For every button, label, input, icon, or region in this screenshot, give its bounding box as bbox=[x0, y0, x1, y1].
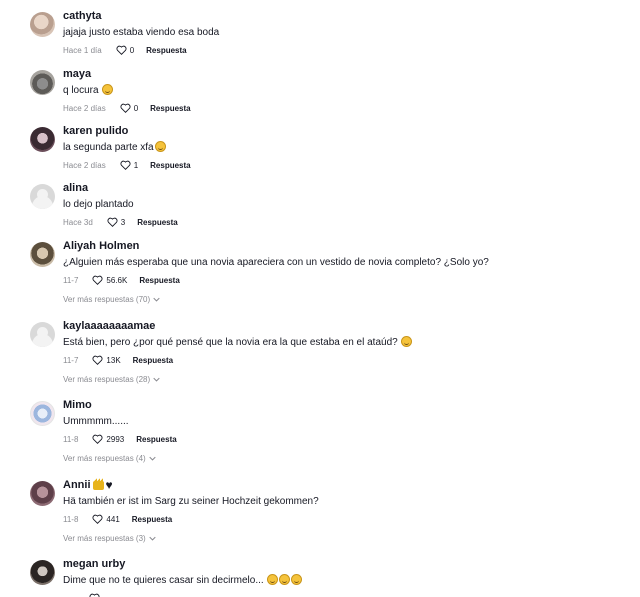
reply-button[interactable]: Respuesta bbox=[136, 435, 176, 444]
like-count: 0 bbox=[133, 103, 139, 113]
like-button[interactable]: 56.6K bbox=[92, 275, 127, 285]
comment-date: Hace 3d bbox=[63, 217, 93, 227]
heart-outline-icon bbox=[120, 160, 131, 170]
avatar[interactable] bbox=[30, 70, 55, 95]
comment-date: 11-8 bbox=[63, 434, 79, 444]
laughing-face-icon bbox=[291, 574, 303, 585]
comment-username[interactable]: Annii ♥ bbox=[63, 477, 113, 492]
reply-button[interactable]: Respuesta bbox=[137, 218, 177, 227]
like-count: 1 bbox=[133, 160, 139, 170]
avatar[interactable] bbox=[30, 481, 55, 506]
comment-username[interactable]: kaylaaaaaaaamae bbox=[63, 319, 155, 333]
comment-username[interactable]: megan urby bbox=[63, 557, 125, 571]
heart-outline-icon bbox=[107, 217, 118, 227]
comment-date: 11-7 bbox=[63, 275, 79, 285]
heart-outline-icon bbox=[120, 103, 131, 113]
laughing-face-icon bbox=[154, 141, 166, 152]
reply-button[interactable]: Respuesta bbox=[139, 276, 179, 285]
heart-outline-icon bbox=[92, 275, 103, 285]
reply-button[interactable]: Respuesta bbox=[150, 161, 190, 170]
chevron-down-icon bbox=[153, 297, 160, 302]
like-button[interactable]: 0 bbox=[116, 45, 134, 55]
chevron-down-icon bbox=[149, 456, 156, 461]
chevron-down-icon bbox=[153, 377, 160, 382]
like-count: 56.6K bbox=[106, 275, 128, 285]
avatar[interactable] bbox=[30, 401, 55, 426]
view-more-replies-button[interactable]: Ver más respuestas (70) bbox=[63, 295, 630, 304]
black-heart-icon: ♥ bbox=[105, 478, 113, 492]
reply-button[interactable]: Respuesta bbox=[146, 46, 186, 55]
chevron-down-icon bbox=[149, 536, 156, 541]
laughing-face-icon bbox=[279, 574, 291, 585]
avatar[interactable] bbox=[30, 242, 55, 267]
comment-date: 11-7 bbox=[63, 355, 79, 365]
view-more-replies-button[interactable]: Ver más respuestas (3) bbox=[63, 534, 630, 543]
reply-button[interactable]: Respuesta bbox=[133, 356, 173, 365]
comment-date: Hace 2 días bbox=[63, 160, 106, 170]
comment-date: Hace 1 día bbox=[63, 45, 102, 55]
comment-text: jajaja justo estaba viendo esa boda bbox=[63, 27, 220, 38]
comment-username[interactable]: karen pulido bbox=[63, 124, 128, 138]
view-more-replies-button[interactable]: Ver más respuestas (28) bbox=[63, 375, 630, 384]
like-count: 0 bbox=[129, 45, 135, 55]
comment-text: Ummmmm...... bbox=[63, 416, 129, 427]
comment-text: la segunda parte xfa bbox=[63, 141, 630, 154]
avatar[interactable] bbox=[30, 560, 55, 585]
heart-outline-icon bbox=[92, 355, 103, 365]
heart-outline-icon bbox=[89, 593, 100, 597]
like-button[interactable]: 0 bbox=[120, 103, 138, 113]
heart-outline-icon bbox=[92, 514, 103, 524]
heart-outline-icon bbox=[116, 45, 127, 55]
like-button[interactable]: 441 bbox=[92, 514, 120, 524]
comment-username[interactable]: maya bbox=[63, 67, 91, 81]
crown-icon bbox=[92, 477, 104, 490]
laughing-face-icon bbox=[267, 574, 279, 585]
comment-username[interactable]: cathyta bbox=[63, 9, 102, 23]
comment-text: Está bien, pero ¿por qué pensé que la no… bbox=[63, 336, 630, 349]
comment-username[interactable]: Aliyah Holmen bbox=[63, 239, 139, 253]
like-count: 2993 bbox=[106, 434, 125, 444]
comment-text: Dime que no te quieres casar sin decirme… bbox=[63, 574, 630, 587]
like-button[interactable]: 1 bbox=[120, 160, 138, 170]
like-button[interactable]: 3 bbox=[107, 217, 125, 227]
like-button[interactable] bbox=[89, 593, 100, 597]
comment-date: Hace 2 días bbox=[63, 103, 106, 113]
comment-text: ¿Alguien más esperaba que una novia apar… bbox=[63, 257, 489, 268]
avatar[interactable] bbox=[30, 127, 55, 152]
comment-text: Hä también er ist im Sarg zu seiner Hoch… bbox=[63, 496, 319, 507]
comment-username[interactable]: Mimo bbox=[63, 398, 92, 412]
slightly-smiling-face-icon bbox=[102, 84, 114, 95]
comment-date: 11-8 bbox=[63, 514, 79, 524]
like-button[interactable]: 13K bbox=[92, 355, 121, 365]
reply-button[interactable]: Respuesta bbox=[132, 515, 172, 524]
avatar[interactable] bbox=[30, 184, 55, 209]
view-more-replies-button[interactable]: Ver más respuestas (4) bbox=[63, 454, 630, 463]
like-count: 3 bbox=[120, 217, 126, 227]
avatar[interactable] bbox=[30, 12, 55, 37]
reply-button[interactable]: Respuesta bbox=[150, 104, 190, 113]
avatar[interactable] bbox=[30, 322, 55, 347]
comment-text: lo dejo plantado bbox=[63, 199, 134, 210]
rolling-laughing-face-icon bbox=[401, 336, 413, 347]
like-count: 441 bbox=[106, 514, 120, 524]
heart-outline-icon bbox=[92, 434, 103, 444]
comment-text: q locura bbox=[63, 84, 630, 97]
like-count: 13K bbox=[106, 355, 121, 365]
like-button[interactable]: 2993 bbox=[92, 434, 124, 444]
comment-username[interactable]: alina bbox=[63, 181, 88, 195]
